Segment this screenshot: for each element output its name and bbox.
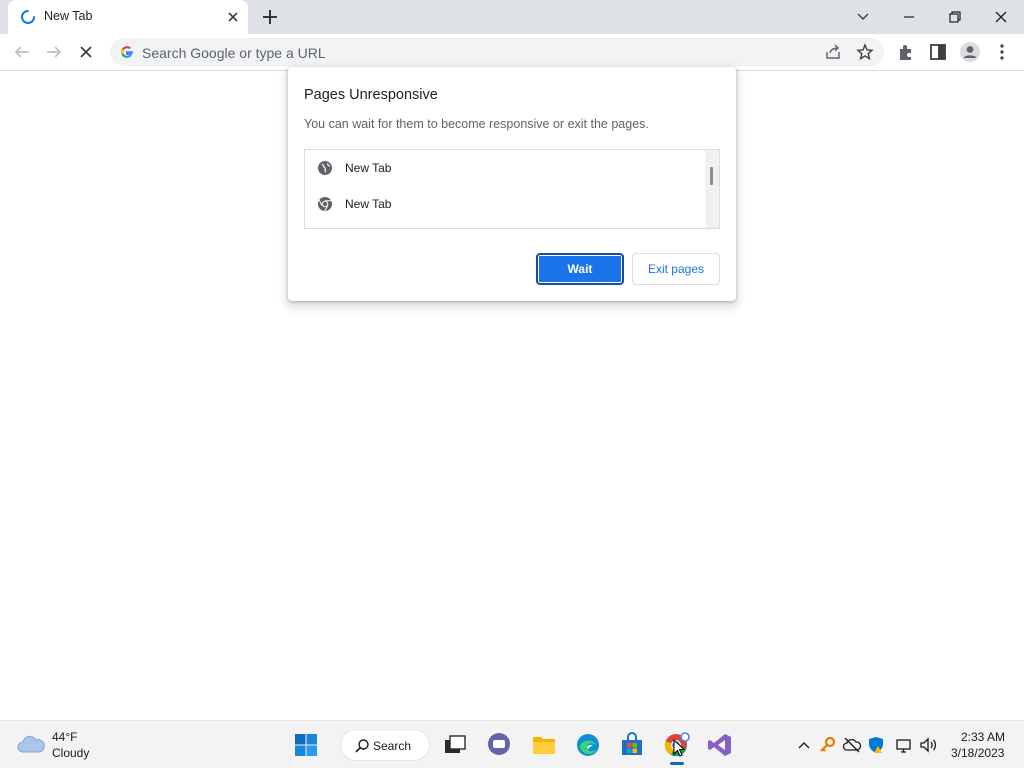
exit-pages-button[interactable]: Exit pages <box>632 253 720 285</box>
back-button[interactable] <box>10 40 34 64</box>
volume-icon[interactable] <box>918 735 938 755</box>
side-panel-icon[interactable] <box>926 40 950 64</box>
toolbar: Search Google or type a URL <box>0 34 1024 71</box>
restore-button[interactable] <box>942 4 968 30</box>
clock-date[interactable]: 3/18/2023 <box>951 746 1004 760</box>
cloud-icon[interactable] <box>16 733 46 755</box>
pages-unresponsive-dialog: Pages Unresponsive You can wait for them… <box>288 67 736 301</box>
unresponsive-page-list: New Tab New Tab <box>304 149 720 229</box>
visual-studio-icon[interactable] <box>706 731 734 759</box>
list-item-label: New Tab <box>345 161 392 175</box>
extensions-puzzle-icon[interactable] <box>894 40 918 64</box>
weather-temperature[interactable]: 44°F <box>52 730 77 744</box>
list-item[interactable]: New Tab <box>305 186 705 222</box>
mouse-cursor-icon <box>673 739 686 757</box>
close-window-button[interactable] <box>988 4 1014 30</box>
tab-title: New Tab <box>44 9 93 23</box>
kebab-menu-icon[interactable] <box>990 40 1014 64</box>
teams-chat-icon[interactable] <box>485 731 513 759</box>
windows-start-icon[interactable] <box>292 731 320 759</box>
profile-avatar-icon[interactable] <box>958 40 982 64</box>
dialog-message: You can wait for them to become responsi… <box>304 117 649 131</box>
list-scrollbar[interactable] <box>705 150 719 228</box>
microsoft-store-icon[interactable] <box>618 731 646 759</box>
address-bar[interactable]: Search Google or type a URL <box>110 38 884 66</box>
wait-button[interactable]: Wait <box>536 253 624 285</box>
active-app-indicator <box>670 762 684 765</box>
tab-new-tab[interactable]: New Tab <box>8 0 248 34</box>
loading-spinner-icon <box>21 10 35 24</box>
clock-time[interactable]: 2:33 AM <box>961 730 1005 744</box>
tab-strip: New Tab <box>0 0 1024 34</box>
list-item[interactable]: New Tab <box>305 150 705 186</box>
security-shield-icon[interactable] <box>866 735 886 755</box>
list-item-label: New Tab <box>345 197 392 211</box>
weather-condition[interactable]: Cloudy <box>52 746 89 760</box>
bookmark-star-icon[interactable] <box>856 43 874 61</box>
address-bar-placeholder: Search Google or type a URL <box>142 45 326 61</box>
chrome-icon <box>318 197 332 212</box>
key-icon[interactable] <box>818 735 838 755</box>
close-tab-icon[interactable] <box>224 8 242 26</box>
forward-button[interactable] <box>42 40 66 64</box>
taskbar: 44°F Cloudy Search 2:33 AM 3/18/2023 <box>0 720 1024 768</box>
scrollbar-thumb[interactable] <box>710 167 713 185</box>
google-icon <box>121 46 133 58</box>
network-icon[interactable] <box>894 735 914 755</box>
file-explorer-icon[interactable] <box>530 731 558 759</box>
chevron-up-icon[interactable] <box>794 735 814 755</box>
task-view-icon[interactable] <box>441 731 469 759</box>
stop-loading-button[interactable] <box>74 40 98 64</box>
onedrive-offline-icon[interactable] <box>842 735 862 755</box>
taskbar-search-button[interactable]: Search <box>340 729 430 761</box>
dialog-title: Pages Unresponsive <box>304 87 438 103</box>
minimize-button[interactable] <box>896 4 922 30</box>
share-icon[interactable] <box>824 44 842 60</box>
search-icon <box>355 739 369 753</box>
edge-icon[interactable] <box>574 731 602 759</box>
new-tab-button[interactable] <box>259 6 281 28</box>
taskbar-search-label: Search <box>373 739 412 753</box>
tab-search-icon[interactable] <box>850 4 876 30</box>
globe-icon <box>318 161 332 175</box>
